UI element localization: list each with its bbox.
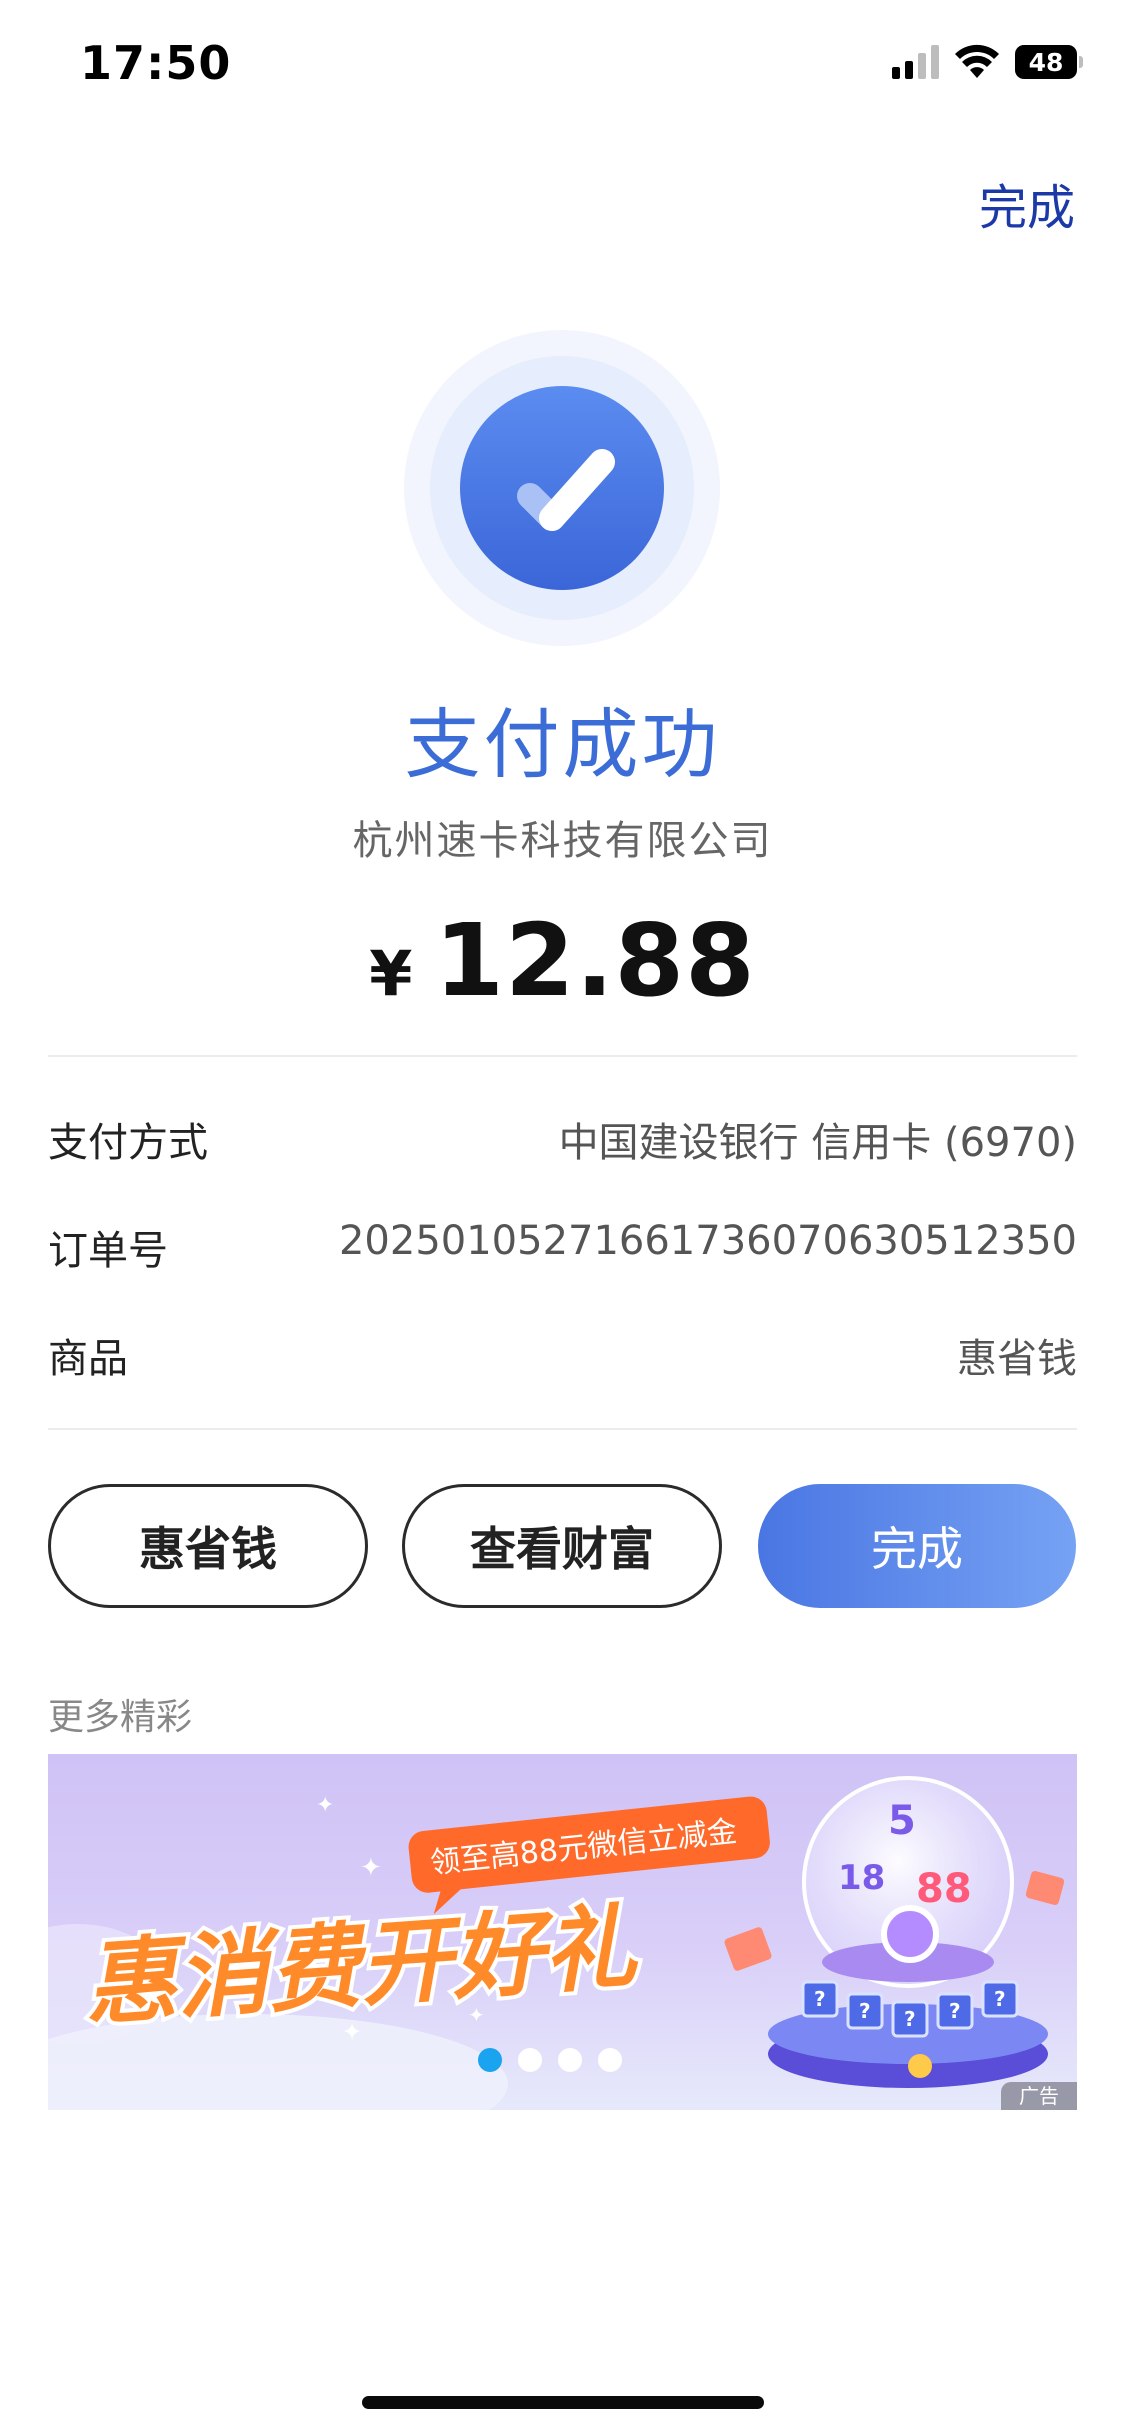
svg-text:✦: ✦: [342, 2018, 362, 2046]
currency-symbol: ¥: [369, 937, 413, 1010]
payment-method-value: 中国建设银行 信用卡 (6970): [558, 1120, 1077, 1166]
top-done-button[interactable]: 完成: [979, 168, 1075, 238]
ad-tag: 广告: [1001, 2082, 1077, 2110]
order-number-value: 2025010527166173607063051235​0: [338, 1218, 1077, 1264]
banner-headline: 惠消费开好礼: [81, 1893, 641, 2038]
svg-text:?: ?: [994, 1987, 1006, 2011]
success-check-icon: [404, 330, 720, 646]
svg-text:?: ?: [814, 1987, 826, 2011]
payment-amount: ¥ 12.88: [0, 902, 1125, 1019]
done-button[interactable]: 完成: [758, 1484, 1076, 1608]
svg-text:?: ?: [949, 1999, 961, 2023]
pagination-dot-4[interactable]: [597, 2048, 622, 2072]
svg-text:✦: ✦: [316, 1793, 334, 1818]
battery-icon: 48: [1015, 45, 1083, 79]
product-value: 惠省钱: [957, 1336, 1077, 1382]
svg-text:?: ?: [859, 1999, 871, 2023]
pagination-dot-3[interactable]: [557, 2048, 582, 2072]
svg-text:5: 5: [888, 1798, 916, 1844]
pagination-dot-2[interactable]: [517, 2048, 542, 2072]
divider: [48, 1055, 1077, 1057]
home-indicator[interactable]: [362, 2396, 764, 2409]
battery-level: 48: [1015, 45, 1077, 79]
more-section-label: 更多精彩: [48, 1697, 193, 1738]
amount-value: 12.88: [434, 902, 756, 1019]
svg-text:88: 88: [916, 1866, 972, 1912]
divider: [48, 1428, 1077, 1430]
payment-method-label: 支付方式: [48, 1120, 208, 1166]
svg-text:✦: ✦: [360, 1853, 382, 1883]
payment-status-title: 支付成功: [404, 700, 721, 789]
status-time: 17:50: [80, 36, 232, 90]
banner-pagination: [48, 2048, 1077, 2072]
view-wealth-button[interactable]: 查看财富: [402, 1484, 722, 1608]
svg-text:18: 18: [838, 1858, 885, 1898]
promo-banner[interactable]: ✦ ✦ ✦ ✦ 领至高88元微信立减金 惠消费开好礼 5 18 88 ? ? ?…: [48, 1754, 1077, 2110]
pagination-dot-1[interactable]: [477, 2048, 502, 2072]
signal-icon: [892, 45, 939, 79]
wifi-icon: [955, 44, 999, 78]
huishengqian-button[interactable]: 惠省钱: [48, 1484, 368, 1608]
order-number-label: 订单号: [48, 1228, 168, 1274]
svg-text:?: ?: [904, 2007, 916, 2031]
status-icons: 48: [892, 44, 1083, 80]
merchant-name: 杭州速卡科技有限公司: [352, 818, 773, 864]
product-label: 商品: [48, 1336, 128, 1382]
